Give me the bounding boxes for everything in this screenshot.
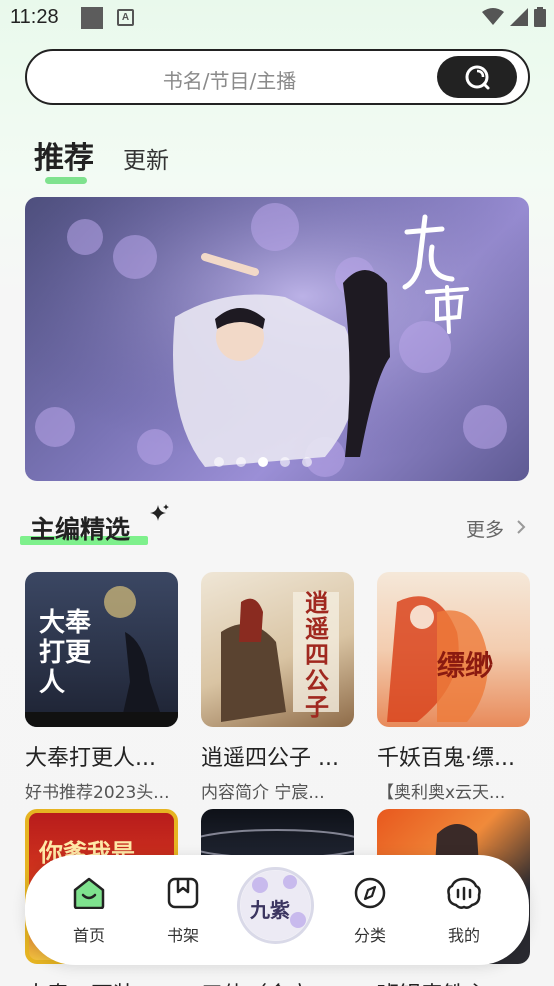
status-time: 11:28 xyxy=(10,6,59,28)
book-title[interactable]: 大奉：不装... xyxy=(25,977,178,986)
book-title[interactable]: 千妖百鬼·缥... xyxy=(377,740,530,772)
nav-label-shelf: 书架 xyxy=(166,926,199,945)
book-description: 好书推荐2023头... xyxy=(25,783,170,803)
bookshelf-icon xyxy=(167,877,199,909)
cover-title: 逍遥四公子 xyxy=(305,589,329,721)
search-bar[interactable]: 书名/节目/主播 xyxy=(25,49,530,105)
book-title[interactable]: 班银表铁主... xyxy=(377,977,530,986)
book-description: 【奥利奥x云天... xyxy=(377,783,506,803)
nav-item-category[interactable]: 分类 xyxy=(340,877,400,946)
notification-square-icon xyxy=(81,7,103,29)
tab-update[interactable]: 更新 xyxy=(123,141,169,175)
profile-icon xyxy=(447,877,481,909)
carousel-dot[interactable] xyxy=(280,457,290,467)
nav-label-mine: 我的 xyxy=(447,926,480,945)
book-title[interactable]: 逍遥四公子 ... xyxy=(201,740,354,772)
book-card[interactable]: 大奉打更人 大奉打更人... 好书推荐2023头... xyxy=(25,572,178,803)
more-link[interactable]: 更多 xyxy=(466,515,504,542)
book-cover[interactable]: 逍遥四公子 xyxy=(201,572,354,727)
section-title: 主编精选 xyxy=(30,515,131,544)
carousel-dot[interactable] xyxy=(236,457,246,467)
nav-label-home: 首页 xyxy=(72,926,105,945)
cover-title: 缥缈 xyxy=(437,649,494,682)
chevron-right-icon[interactable] xyxy=(516,519,526,535)
search-button[interactable] xyxy=(437,56,517,98)
bottom-nav: 首页 书架 九紫 分类 我的 xyxy=(25,855,529,965)
sparkle-icon xyxy=(150,504,169,521)
notification-a-icon: A xyxy=(117,9,134,26)
nav-item-home[interactable]: 首页 xyxy=(59,877,119,946)
banner-title-art xyxy=(402,214,469,334)
status-bar: 11:28 A xyxy=(0,0,554,38)
tab-active-indicator xyxy=(45,177,87,184)
compass-icon xyxy=(354,877,386,909)
carousel-dot-active[interactable] xyxy=(258,457,268,467)
nav-item-shelf[interactable]: 书架 xyxy=(153,877,213,946)
book-description: 内容简介 宁宸... xyxy=(201,783,325,803)
banner-carousel[interactable] xyxy=(25,197,529,481)
wifi-icon xyxy=(482,8,504,25)
carousel-dot[interactable] xyxy=(214,457,224,467)
nav-item-mine[interactable]: 我的 xyxy=(434,877,494,946)
home-icon xyxy=(73,877,105,910)
book-card[interactable]: 缥缈 千妖百鬼·缥... 【奥利奥x云天... xyxy=(377,572,530,803)
book-title[interactable]: 大奉打更人... xyxy=(25,740,178,772)
book-cover[interactable]: 缥缈 xyxy=(377,572,530,727)
battery-icon xyxy=(534,7,546,27)
signal-icon xyxy=(510,8,528,26)
book-cover[interactable]: 大奉打更人 xyxy=(25,572,178,727)
search-input[interactable]: 书名/节目/主播 xyxy=(27,65,432,94)
cover-title: 大奉打更人 xyxy=(39,608,92,698)
search-icon xyxy=(465,65,490,90)
disc-title: 九紫 xyxy=(250,898,290,922)
carousel-dots xyxy=(214,457,312,467)
book-title[interactable]: 三体（会立... xyxy=(201,977,354,986)
carousel-dot[interactable] xyxy=(302,457,312,467)
tab-recommend[interactable]: 推荐 xyxy=(34,133,94,177)
book-card[interactable]: 逍遥四公子 逍遥四公子 ... 内容简介 宁宸... xyxy=(201,572,354,803)
nav-label-category: 分类 xyxy=(353,926,386,945)
now-playing-disc[interactable]: 九紫 xyxy=(237,867,314,944)
